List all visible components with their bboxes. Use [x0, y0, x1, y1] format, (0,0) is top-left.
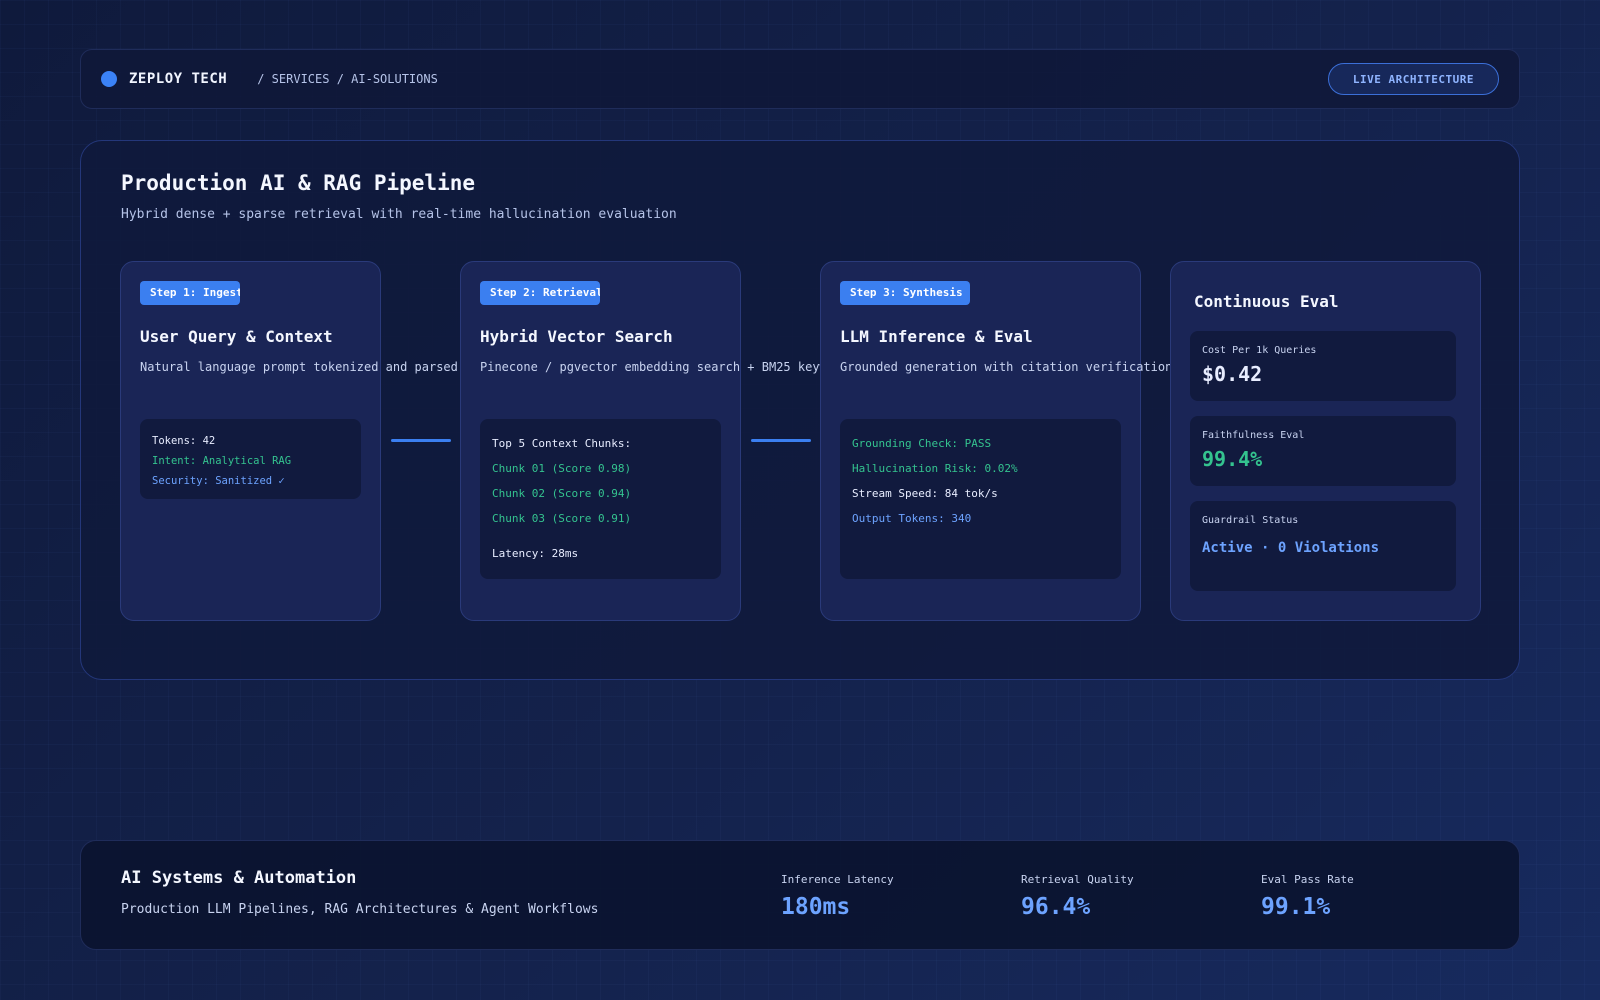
pipeline-connector [751, 439, 811, 442]
stat-value: 96.4% [1021, 894, 1091, 920]
brand-name[interactable]: ZEPLOY TECH [129, 71, 227, 87]
top-navigation: ZEPLOY TECH / SERVICES / AI-SOLUTIONS LI… [80, 49, 1520, 109]
breadcrumb[interactable]: / SERVICES / AI-SOLUTIONS [257, 72, 438, 86]
continuous-eval-card: Continuous Eval Cost Per 1k Queries $0.4… [1170, 261, 1481, 621]
chunk-item: Chunk 01 (Score 0.98) [492, 462, 632, 475]
metric-label: Cost Per 1k Queries [1202, 345, 1317, 356]
stat-eval-pass-rate: Eval Pass Rate 99.1% [1261, 873, 1354, 920]
stream-speed: Stream Speed: 84 tok/s [852, 487, 998, 500]
ai-systems-panel: AI Systems & Automation Production LLM P… [80, 840, 1520, 950]
step-description: Pinecone / pgvector embedding search + B… [480, 360, 849, 374]
chunk-item: Chunk 03 (Score 0.91) [492, 512, 632, 525]
stat-value: 99.1% [1261, 894, 1331, 920]
cost-metric: Cost Per 1k Queries $0.42 [1190, 331, 1456, 401]
hallucination-risk: Hallucination Risk: 0.02% [852, 462, 1018, 475]
section-title: AI Systems & Automation [121, 868, 357, 888]
metric-value: 99.4% [1202, 447, 1263, 471]
intent-value: Intent: Analytical RAG [152, 455, 292, 467]
faithfulness-metric: Faithfulness Eval 99.4% [1190, 416, 1456, 486]
step-card-retrieval: Step 2: Retrieval Hybrid Vector Search P… [460, 261, 848, 621]
step-description: Grounded generation with citation verifi… [840, 360, 1173, 374]
page-subtitle: Hybrid dense + sparse retrieval with rea… [121, 207, 677, 222]
context-chunks-panel: Top 5 Context Chunks: Chunk 01 (Score 0.… [480, 419, 721, 579]
grounding-check: Grounding Check: PASS [852, 437, 992, 450]
tokens-value: Tokens: 42 [152, 435, 216, 447]
output-tokens: Output Tokens: 340 [852, 512, 972, 525]
chunk-item: Chunk 02 (Score 0.94) [492, 487, 632, 500]
step-title: Hybrid Vector Search [480, 327, 673, 346]
step-badge: Step 1: Ingest [140, 281, 240, 305]
metric-value: $0.42 [1202, 362, 1263, 386]
step-badge: Step 3: Synthesis [840, 281, 970, 305]
eval-title: Continuous Eval [1194, 292, 1339, 311]
brand-dot-icon [101, 71, 117, 87]
metric-label: Faithfulness Eval [1202, 430, 1305, 441]
section-subtitle: Production LLM Pipelines, RAG Architectu… [121, 902, 599, 917]
page-title: Production AI & RAG Pipeline [121, 171, 476, 195]
inference-details: Grounding Check: PASS Hallucination Risk… [840, 419, 1121, 579]
stat-label: Eval Pass Rate [1261, 873, 1354, 886]
step-title: LLM Inference & Eval [840, 327, 1033, 346]
guardrail-metric: Guardrail Status Active · 0 Violations [1190, 501, 1456, 591]
stat-retrieval-quality: Retrieval Quality 96.4% [1021, 873, 1134, 920]
step-card-synthesis: Step 3: Synthesis LLM Inference & Eval G… [820, 261, 1172, 621]
stat-value: 180ms [781, 894, 851, 920]
metric-label: Guardrail Status [1202, 515, 1299, 526]
chunks-header: Top 5 Context Chunks: [492, 437, 632, 450]
step-title: User Query & Context [140, 327, 333, 346]
retrieval-latency: Latency: 28ms [492, 547, 579, 560]
step-badge: Step 2: Retrieval [480, 281, 600, 305]
stat-inference-latency: Inference Latency 180ms [781, 873, 894, 920]
step-description: Natural language prompt tokenized and pa… [140, 360, 487, 374]
stat-label: Retrieval Quality [1021, 873, 1134, 886]
pipeline-panel: Production AI & RAG Pipeline Hybrid dens… [80, 140, 1520, 680]
step-details: Tokens: 42 Intent: Analytical RAG Securi… [140, 419, 361, 499]
security-value: Security: Sanitized ✓ [152, 475, 285, 487]
stat-label: Inference Latency [781, 873, 894, 886]
guardrail-status: Active · 0 Violations [1202, 540, 1380, 556]
step-card-ingest: Step 1: Ingest User Query & Context Natu… [120, 261, 487, 621]
pipeline-connector [391, 439, 451, 442]
live-architecture-button[interactable]: LIVE ARCHITECTURE [1327, 63, 1499, 95]
